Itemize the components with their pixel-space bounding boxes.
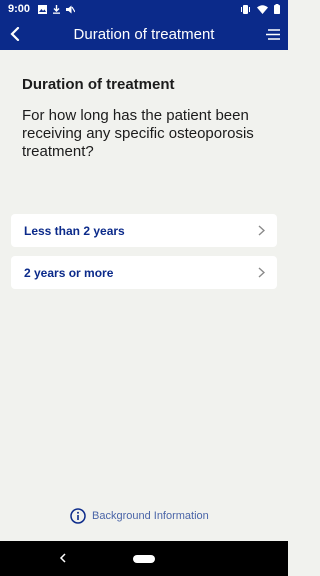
image-icon [38, 4, 48, 14]
info-icon [70, 508, 86, 524]
app-title: Duration of treatment [73, 25, 215, 43]
chevron-left-icon [10, 27, 20, 41]
status-left-icons [38, 4, 76, 14]
download-icon [53, 4, 61, 14]
background-info-label: Background Information [92, 510, 209, 522]
background-info-link[interactable]: Background Information [70, 508, 209, 524]
question-text: For how long has the patient been receiv… [22, 107, 254, 160]
menu-button[interactable] [258, 18, 288, 50]
status-right-icons [240, 4, 280, 14]
option-2-years-or-more[interactable]: 2 years or more [11, 256, 277, 289]
chevron-right-icon [258, 225, 265, 236]
app-bar: Duration of treatment [0, 18, 288, 50]
battery-icon [274, 4, 280, 14]
status-time: 9:00 [8, 3, 31, 15]
option-less-than-2-years[interactable]: Less than 2 years [11, 214, 277, 247]
option-label: Less than 2 years [24, 223, 125, 238]
mute-icon [66, 5, 76, 13]
nav-home-pill[interactable] [133, 554, 155, 563]
chevron-right-icon [258, 267, 265, 278]
vibrate-icon [241, 4, 250, 14]
option-label: 2 years or more [24, 265, 114, 280]
nav-back-icon[interactable] [58, 549, 68, 567]
question-title: Duration of treatment [22, 76, 175, 93]
wifi-icon [257, 4, 268, 14]
system-nav-bar [0, 541, 288, 576]
back-button[interactable] [0, 18, 30, 50]
status-bar: 9:00 [0, 0, 288, 18]
menu-icon [266, 28, 280, 40]
